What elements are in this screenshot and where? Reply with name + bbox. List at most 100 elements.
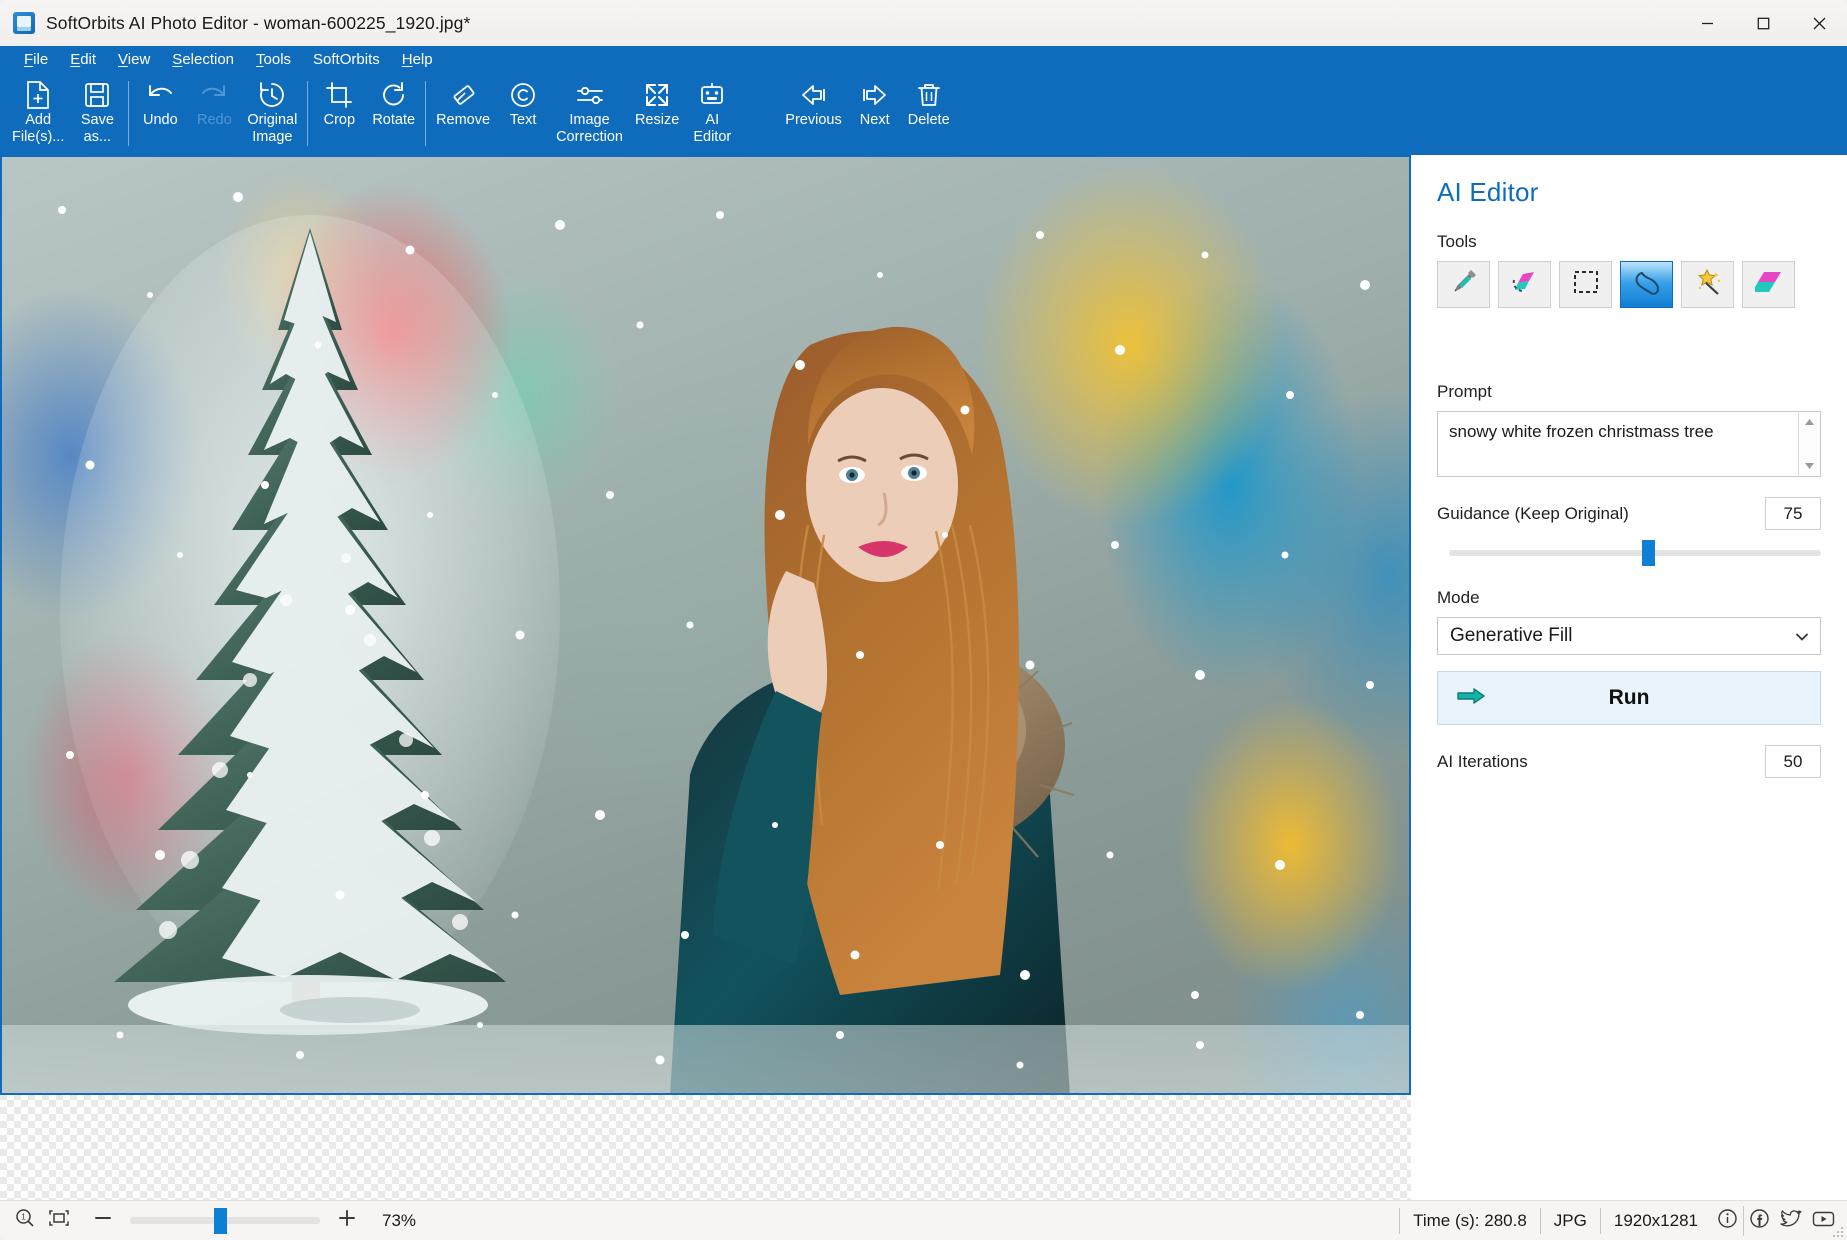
toolbar-undo[interactable]: Undo	[133, 72, 187, 155]
run-button[interactable]: Run	[1437, 671, 1821, 725]
toolbar-text[interactable]: Text	[496, 72, 550, 155]
toolbar-next[interactable]: Next	[848, 72, 902, 155]
menu-tools[interactable]: Tools	[245, 46, 302, 72]
guidance-value-input[interactable]: 75	[1765, 497, 1821, 530]
zoom-one-to-one-icon: 1	[15, 1208, 35, 1233]
color-eraser-icon	[1511, 268, 1539, 301]
chevron-down-icon	[1796, 625, 1808, 647]
svg-text:1: 1	[21, 1213, 26, 1222]
facebook-button[interactable]	[1743, 1206, 1775, 1236]
menu-selection[interactable]: Selection	[161, 46, 245, 72]
edited-photo[interactable]	[0, 155, 1411, 1095]
status-bar: 1 73% Time (s	[0, 1200, 1847, 1240]
tools-label: Tools	[1437, 232, 1821, 252]
fill-tool[interactable]	[1742, 261, 1795, 308]
zoom-slider[interactable]	[130, 1206, 320, 1236]
guidance-slider-thumb[interactable]	[1642, 540, 1655, 566]
toolbar-crop[interactable]: Crop	[312, 72, 366, 155]
toolbar-label: Add File(s)...	[12, 112, 64, 146]
resize-grip-icon[interactable]	[1832, 1225, 1844, 1237]
marker-icon	[1450, 268, 1478, 301]
parallelogram-icon	[1755, 269, 1783, 300]
menu-view[interactable]: View	[107, 46, 161, 72]
scroll-up-icon[interactable]	[1799, 412, 1820, 432]
application-window: SoftOrbits AI Photo Editor - woman-60022…	[0, 0, 1847, 1240]
toolbar-label: AI Editor	[693, 112, 731, 146]
zoom-one-to-one-button[interactable]: 1	[8, 1204, 42, 1238]
zoom-out-button[interactable]	[86, 1204, 120, 1238]
minimize-button[interactable]	[1679, 0, 1735, 46]
crop-icon	[325, 78, 353, 111]
rectangle-select-tool[interactable]	[1559, 261, 1612, 308]
facebook-icon	[1749, 1208, 1770, 1234]
info-button[interactable]	[1711, 1206, 1743, 1236]
arrow-right-icon	[860, 78, 890, 111]
toolbar-label: Delete	[908, 112, 950, 129]
guidance-slider-track	[1449, 550, 1821, 556]
toolbar-previous[interactable]: Previous	[779, 72, 847, 155]
iterations-input[interactable]: 50	[1765, 745, 1821, 778]
plus-icon	[337, 1208, 357, 1233]
toolbar-original-image[interactable]: Original Image	[241, 72, 303, 155]
zoom-slider-thumb[interactable]	[214, 1208, 227, 1234]
toolbar-label: Save as...	[81, 112, 114, 146]
close-button[interactable]	[1791, 0, 1847, 46]
prompt-box[interactable]: snowy white frozen christmass tree	[1437, 411, 1821, 477]
status-time: Time (s): 280.8	[1399, 1208, 1540, 1234]
toolbar-label: Original Image	[247, 112, 297, 146]
toolbar-delete[interactable]: Delete	[902, 72, 956, 155]
toolbar-ai-editor[interactable]: AI Editor	[685, 72, 739, 155]
toolbar-label: Previous	[785, 112, 841, 129]
prompt-block: Prompt snowy white frozen christmass tre…	[1437, 382, 1821, 477]
twitter-button[interactable]	[1775, 1206, 1807, 1236]
photo-snow-ground	[0, 1025, 1411, 1095]
guidance-label: Guidance (Keep Original)	[1437, 504, 1629, 524]
panel-title: AI Editor	[1437, 177, 1821, 208]
iterations-row: AI Iterations 50	[1437, 745, 1821, 778]
rect-select-icon	[1573, 270, 1599, 299]
prompt-scrollbar[interactable]	[1798, 412, 1820, 476]
sliders-icon	[574, 78, 606, 111]
tools-row	[1437, 261, 1821, 308]
toolbar-label: Crop	[324, 112, 355, 129]
main-toolbar: Add File(s)... Save as... Undo Redo	[0, 72, 1847, 155]
fit-to-window-button[interactable]	[42, 1204, 76, 1238]
toolbar-label: Redo	[197, 112, 232, 129]
marker-tool[interactable]	[1437, 261, 1490, 308]
zoom-percentage: 73%	[382, 1211, 416, 1231]
scroll-down-icon[interactable]	[1799, 456, 1820, 476]
eraser-tool[interactable]	[1498, 261, 1551, 308]
toolbar-label: Text	[510, 112, 537, 129]
toolbar-resize[interactable]: Resize	[629, 72, 685, 155]
rotate-cw-icon	[380, 78, 408, 111]
mode-select[interactable]: Generative Fill	[1437, 617, 1821, 655]
menu-file[interactable]: File	[13, 46, 59, 72]
toolbar-add-files[interactable]: Add File(s)...	[6, 72, 70, 155]
maximize-button[interactable]	[1735, 0, 1791, 46]
toolbar-label: Rotate	[372, 112, 415, 129]
mode-label: Mode	[1437, 588, 1821, 608]
toolbar-remove[interactable]: Remove	[430, 72, 496, 155]
lasso-icon	[1633, 268, 1661, 301]
menu-softorbits[interactable]: SoftOrbits	[302, 46, 391, 72]
save-icon	[83, 78, 111, 111]
toolbar-save-as[interactable]: Save as...	[70, 72, 124, 155]
status-format: JPG	[1540, 1208, 1600, 1234]
window-title: SoftOrbits AI Photo Editor - woman-60022…	[46, 13, 470, 34]
menu-help[interactable]: Help	[391, 46, 444, 72]
toolbar-image-correction[interactable]: Image Correction	[550, 72, 629, 155]
copyright-icon	[509, 78, 537, 111]
toolbar-separator	[307, 81, 308, 146]
toolbar-label: Remove	[436, 112, 490, 129]
ai-editor-panel: AI Editor Tools	[1411, 155, 1847, 1200]
menu-edit[interactable]: Edit	[59, 46, 107, 72]
prompt-input[interactable]: snowy white frozen christmass tree	[1438, 412, 1798, 476]
history-clock-icon	[257, 78, 287, 111]
fit-to-window-icon	[48, 1209, 70, 1232]
zoom-in-button[interactable]	[330, 1204, 364, 1238]
toolbar-rotate[interactable]: Rotate	[366, 72, 421, 155]
magic-wand-tool[interactable]	[1681, 261, 1734, 308]
image-canvas[interactable]	[0, 155, 1411, 1200]
guidance-slider[interactable]	[1449, 540, 1821, 566]
lasso-select-tool[interactable]	[1620, 261, 1673, 308]
